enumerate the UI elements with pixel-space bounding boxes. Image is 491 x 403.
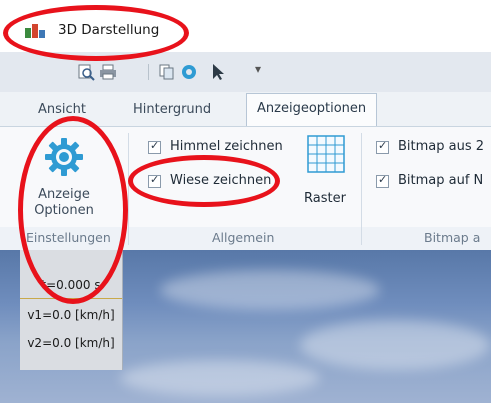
raster-button-label[interactable]: Raster <box>304 191 346 206</box>
label-himmel-zeichnen[interactable]: Himmel zeichnen <box>170 139 283 154</box>
label-bitmap-auf[interactable]: Bitmap auf N <box>398 173 483 188</box>
window-title: 3D Darstellung <box>58 22 160 38</box>
speed-readout-v2: v2=0.0 [km/h] <box>27 336 115 350</box>
cloud <box>300 320 490 370</box>
cursor-icon[interactable] <box>209 63 227 81</box>
checkbox-bitmap-aus[interactable] <box>376 139 389 154</box>
customize-toolbar-dropdown[interactable]: ▾ <box>255 62 261 76</box>
cloud <box>120 360 320 396</box>
title-bar: 3D Darstellung <box>0 0 491 52</box>
group-label-allgemein: Allgemein <box>212 230 275 245</box>
toolbar-separator <box>148 64 149 80</box>
status-panel: t=0.000 s v1=0.0 [km/h] v2=0.0 [km/h] <box>20 250 123 370</box>
gear-icon[interactable] <box>180 63 198 81</box>
label-bitmap-aus[interactable]: Bitmap aus 2 <box>398 139 484 154</box>
time-readout: t=0.000 s <box>41 278 101 292</box>
printer-icon[interactable] <box>99 63 117 81</box>
ribbon-panel: Anzeige Optionen Einstellungen Himmel ze… <box>0 126 491 250</box>
group-separator <box>128 133 129 245</box>
group-label-einstellungen: Einstellungen <box>26 230 111 245</box>
copy-icon[interactable] <box>158 63 176 81</box>
button-label-line1: Anzeige <box>38 187 90 202</box>
quick-access-toolbar: ▾ <box>0 52 491 92</box>
speed-readout-v1: v1=0.0 [km/h] <box>27 308 115 322</box>
tab-ansicht[interactable]: Ansicht <box>38 102 86 117</box>
anzeige-optionen-button[interactable]: Anzeige Optionen <box>22 187 106 219</box>
label-wiese-zeichnen[interactable]: Wiese zeichnen <box>170 173 271 188</box>
bar-chart-icon <box>25 24 45 38</box>
tab-hintergrund[interactable]: Hintergrund <box>133 102 211 117</box>
print-preview-icon[interactable] <box>77 63 95 81</box>
checkbox-himmel[interactable] <box>148 139 161 154</box>
group-separator <box>361 133 362 245</box>
tab-anzeigeoptionen[interactable]: Anzeigeoptionen <box>246 93 378 127</box>
checkbox-bitmap-auf[interactable] <box>376 173 389 188</box>
gear-icon[interactable] <box>44 137 84 177</box>
grid-icon[interactable] <box>307 135 345 173</box>
ribbon-tab-strip: Ansicht Hintergrund Anzeigeoptionen <box>0 92 491 127</box>
divider <box>20 298 122 299</box>
button-label-line2: Optionen <box>34 203 94 218</box>
cloud <box>160 270 380 310</box>
checkbox-wiese[interactable] <box>148 173 161 188</box>
group-label-bitmap: Bitmap a <box>424 230 481 245</box>
